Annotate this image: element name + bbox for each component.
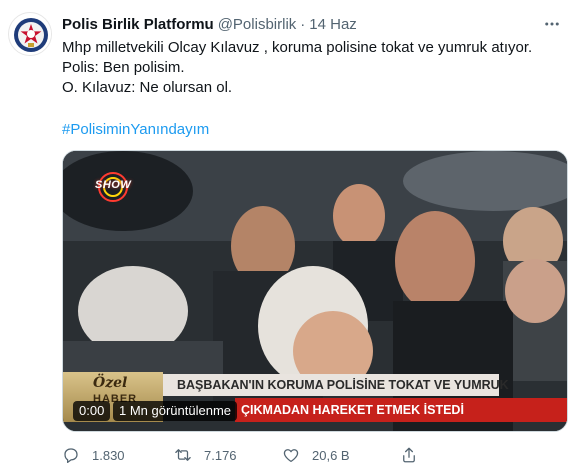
tweet-line: Polis: Ben polisim. <box>62 59 185 76</box>
more-button[interactable] <box>540 12 564 36</box>
separator-dot: · <box>300 15 306 33</box>
share-button[interactable] <box>400 444 418 466</box>
display-name[interactable]: Polis Birlik Platformu <box>62 16 214 33</box>
reply-icon <box>64 448 78 463</box>
tweet-time[interactable]: 14 Haz <box>309 16 357 33</box>
reply-count: 1.830 <box>92 447 125 463</box>
badge-top-text: Özel <box>93 375 128 391</box>
channel-name: SHOW <box>95 179 132 191</box>
video-time: 0:00 <box>73 401 111 421</box>
tweet-line: Mhp milletvekili Olcay Kılavuz , koruma … <box>62 39 533 56</box>
news-headline-bottom: ÇIKMADAN HAREKET ETMEK İSTEDİ <box>235 398 567 422</box>
like-count: 20,6 B <box>312 447 350 463</box>
tweet-line: O. Kılavuz: Ne olursan ol. <box>62 79 233 96</box>
police-badge-icon <box>10 14 51 55</box>
tweet-header: Polis Birlik Platformu @Polisbirlik · 14… <box>62 14 357 34</box>
reply-button[interactable]: 1.830 <box>62 444 125 466</box>
like-button[interactable]: 20,6 B <box>282 444 350 466</box>
tweet-text: Mhp milletvekili Olcay Kılavuz , koruma … <box>62 38 562 98</box>
news-headline-top: BAŞBAKAN'IN KORUMA POLİSİNE TOKAT VE YUM… <box>163 374 509 396</box>
user-handle[interactable]: @Polisbirlik <box>218 16 297 33</box>
retweet-button[interactable]: 7.176 <box>174 444 237 466</box>
avatar[interactable] <box>8 12 52 56</box>
action-bar: 1.830 7.176 20,6 B <box>62 444 502 466</box>
more-icon <box>545 22 559 26</box>
retweet-icon <box>175 449 191 461</box>
video-views: 1 Mn görüntülenme <box>113 401 238 421</box>
like-icon <box>283 449 299 463</box>
video-player[interactable]: SHOW Özel HABER BAŞBAKAN'IN KORUMA POLİS… <box>62 150 568 432</box>
tweet[interactable]: Polis Birlik Platformu @Polisbirlik · 14… <box>0 0 576 472</box>
hashtag-link[interactable]: #PolisiminYanındayım <box>62 120 209 140</box>
retweet-count: 7.176 <box>204 447 237 463</box>
share-icon <box>403 447 415 463</box>
